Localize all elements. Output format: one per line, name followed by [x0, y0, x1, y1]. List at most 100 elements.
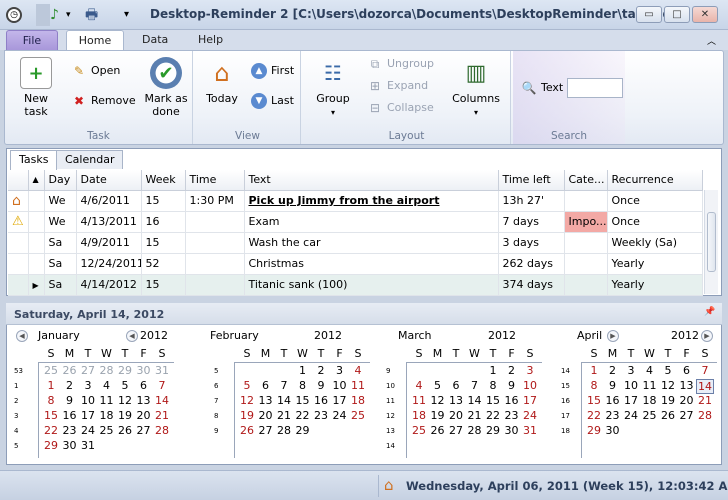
calendar-day[interactable]: 23	[604, 409, 622, 422]
pin-icon[interactable]: 📌	[704, 307, 715, 317]
calendar-day[interactable]: 15	[42, 409, 60, 422]
calendar-day[interactable]: 4	[349, 364, 367, 377]
calendar-day[interactable]: 16	[503, 394, 521, 407]
calendar-day[interactable]: 27	[678, 409, 696, 422]
calendar-day[interactable]: 4	[98, 379, 116, 392]
calendar-day[interactable]: 9	[503, 379, 521, 392]
calendar-day[interactable]: 15	[585, 394, 603, 407]
col-header-sort[interactable]: ▲	[28, 170, 45, 191]
calendar-day[interactable]: 22	[484, 409, 502, 422]
calendar-day[interactable]: 5	[429, 379, 447, 392]
calendar-day[interactable]: 22	[294, 409, 312, 422]
calendar-day[interactable]: 28	[98, 364, 116, 377]
calendar-day[interactable]: 25	[42, 364, 60, 377]
calendar-day[interactable]: 14	[275, 394, 293, 407]
customize-toolbar-icon[interactable]: ▾	[124, 6, 129, 24]
calendar-day[interactable]: 22	[585, 409, 603, 422]
calendar-day[interactable]: 2	[503, 364, 521, 377]
calendar-day[interactable]: 25	[98, 424, 116, 437]
mark-done-button[interactable]: ✔ Mark as done	[143, 57, 189, 118]
calendar-day[interactable]: 9	[604, 379, 622, 392]
collapse-button[interactable]: ⊟ Collapse	[367, 99, 434, 119]
first-button[interactable]: ▲ First	[251, 62, 294, 82]
calendar-day[interactable]: 24	[521, 409, 539, 422]
calendar-day[interactable]: 4	[641, 364, 659, 377]
calendar-day[interactable]: 17	[331, 394, 349, 407]
tab-file[interactable]: File	[6, 30, 58, 50]
tab-data[interactable]: Data	[132, 30, 178, 50]
calendar-day[interactable]: 27	[135, 424, 153, 437]
ungroup-button[interactable]: ⧉ Ungroup	[367, 55, 434, 75]
calendar-day[interactable]: 10	[331, 379, 349, 392]
print-icon[interactable]: 🖶	[85, 6, 98, 24]
calendar-day[interactable]: 18	[410, 409, 428, 422]
calendar-day[interactable]: 27	[447, 424, 465, 437]
calendar-day[interactable]: 14	[153, 394, 171, 407]
open-button[interactable]: ✎ Open	[71, 62, 120, 82]
calendar-day[interactable]: 27	[79, 364, 97, 377]
calendar-day[interactable]: 21	[153, 409, 171, 422]
maximize-button[interactable]: □	[664, 6, 690, 23]
calendar-day[interactable]: 2	[312, 364, 330, 377]
col-header-day[interactable]: Day	[44, 170, 77, 191]
calendar-day[interactable]: 13	[257, 394, 275, 407]
today-button[interactable]: ⌂ Today	[201, 57, 243, 105]
col-header-week[interactable]: Week	[141, 170, 186, 191]
calendar-day[interactable]: 20	[447, 409, 465, 422]
table-row[interactable]: ▶ Sa 4/14/2012 15 Titanic sank (100) 374 days…	[8, 274, 703, 296]
table-row[interactable]: Sa 4/9/2011 15 Wash the car 3 days Weekly (Sa…	[8, 232, 703, 254]
calendar-day[interactable]: 6	[678, 364, 696, 377]
group-button[interactable]: ☷ Group ▾	[311, 57, 355, 118]
calendar-day[interactable]: 1	[42, 379, 60, 392]
search-input[interactable]	[567, 78, 623, 98]
calendar-day[interactable]: 26	[238, 424, 256, 437]
prev-year-button[interactable]: ◀	[126, 330, 138, 342]
calendar-day[interactable]: 14	[696, 379, 714, 394]
calendar-day[interactable]: 21	[275, 409, 293, 422]
calendar-day[interactable]: 13	[678, 379, 696, 392]
calendar-day[interactable]: 30	[604, 424, 622, 437]
calendar-day[interactable]: 25	[410, 424, 428, 437]
calendar-day[interactable]: 16	[312, 394, 330, 407]
calendar-day[interactable]: 26	[116, 424, 134, 437]
calendar-day[interactable]: 25	[641, 409, 659, 422]
minimize-button[interactable]: ▭	[636, 6, 662, 23]
calendar-day[interactable]: 19	[116, 409, 134, 422]
calendar-day[interactable]: 28	[275, 424, 293, 437]
calendar-day[interactable]: 21	[466, 409, 484, 422]
calendar-day[interactable]: 11	[410, 394, 428, 407]
calendar-day[interactable]: 30	[61, 439, 79, 452]
calendar-day[interactable]: 29	[585, 424, 603, 437]
calendar-day[interactable]: 17	[622, 394, 640, 407]
calendar-day[interactable]: 27	[257, 424, 275, 437]
calendar-day[interactable]: 7	[153, 379, 171, 392]
calendar-day[interactable]: 23	[312, 409, 330, 422]
prev-month-button[interactable]: ◀	[16, 330, 28, 342]
calendar-day[interactable]: 11	[98, 394, 116, 407]
calendar-day[interactable]: 12	[659, 379, 677, 392]
calendar-day[interactable]: 7	[466, 379, 484, 392]
calendar-day[interactable]: 26	[659, 409, 677, 422]
calendar-day[interactable]: 25	[349, 409, 367, 422]
calendar-day[interactable]: 8	[585, 379, 603, 392]
tab-calendar[interactable]: Calendar	[56, 150, 124, 169]
calendar-day[interactable]: 23	[503, 409, 521, 422]
close-button[interactable]: ✕	[692, 6, 718, 23]
calendar-day[interactable]: 20	[678, 394, 696, 407]
calendar-day[interactable]: 8	[484, 379, 502, 392]
calendar-day[interactable]: 9	[312, 379, 330, 392]
calendar-day[interactable]: 12	[116, 394, 134, 407]
next-month-button[interactable]: ▶	[607, 330, 619, 342]
scrollbar-thumb[interactable]	[707, 212, 716, 272]
calendar-day[interactable]: 17	[79, 409, 97, 422]
calendar-day[interactable]: 18	[349, 394, 367, 407]
calendar-day[interactable]: 6	[447, 379, 465, 392]
calendar-day[interactable]: 23	[61, 424, 79, 437]
calendar-day[interactable]: 2	[61, 379, 79, 392]
calendar-day[interactable]: 29	[116, 364, 134, 377]
calendar-day[interactable]: 19	[429, 409, 447, 422]
expand-button[interactable]: ⊞ Expand	[367, 77, 428, 97]
tab-home[interactable]: Home	[66, 30, 124, 51]
calendar-day[interactable]: 24	[622, 409, 640, 422]
last-button[interactable]: ▼ Last	[251, 92, 294, 112]
